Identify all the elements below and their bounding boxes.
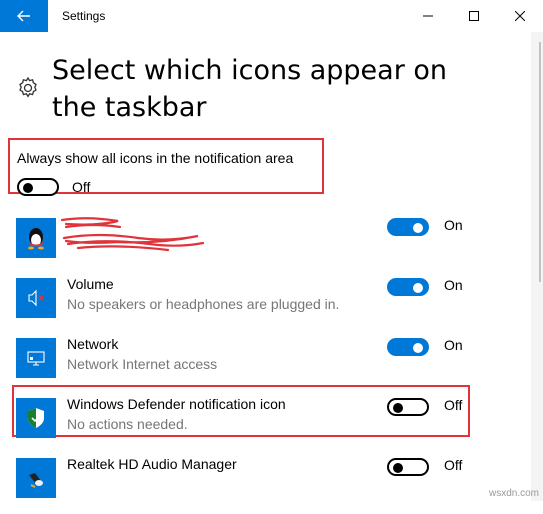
scrollbar[interactable] [531, 32, 543, 501]
qq-penguin-icon [16, 218, 56, 258]
app-description: No actions needed. [67, 416, 188, 432]
gear-icon [19, 76, 37, 98]
minimize-button[interactable] [405, 0, 451, 32]
page-title: Select which icons appear on the taskbar [52, 55, 448, 123]
app-name: Realtek HD Audio Manager [67, 456, 237, 472]
back-arrow-icon [17, 10, 30, 22]
maximize-icon [469, 11, 479, 21]
app-row-realtek: Realtek HD Audio Manager Off [0, 456, 530, 514]
app-state: On [444, 337, 463, 353]
app-row-volume: Volume No speakers or headphones are plu… [0, 276, 530, 334]
app-toggle-qq[interactable] [387, 218, 429, 236]
app-state: On [444, 217, 463, 233]
app-toggle-volume[interactable] [387, 278, 429, 296]
toggle-knob [413, 343, 423, 353]
realtek-speaker-icon [16, 458, 56, 498]
app-state: On [444, 277, 463, 293]
always-show-label: Always show all icons in the notificatio… [17, 150, 294, 166]
toggle-knob [413, 223, 423, 233]
app-name: Network [67, 336, 119, 352]
toggle-knob [23, 183, 33, 193]
toggle-knob [393, 463, 403, 473]
back-button[interactable] [0, 0, 48, 32]
close-button[interactable] [497, 0, 543, 32]
always-show-toggle[interactable] [17, 178, 59, 196]
app-name: Windows Defender notification icon [67, 396, 286, 412]
always-show-state: Off [72, 179, 91, 195]
title-bar: Settings [0, 0, 543, 32]
minimize-icon [423, 15, 433, 17]
app-name: Volume [67, 276, 114, 292]
toggle-knob [413, 283, 423, 293]
scrollbar-thumb[interactable] [539, 42, 541, 282]
close-icon [515, 11, 525, 21]
app-toggle-network[interactable] [387, 338, 429, 356]
app-state: Off [444, 457, 463, 473]
toggle-knob [393, 403, 403, 413]
windows-defender-shield-icon [16, 398, 56, 438]
app-toggle-realtek[interactable] [387, 458, 429, 476]
app-toggle-windows-defender[interactable] [387, 398, 429, 416]
window-title: Settings [62, 9, 106, 23]
maximize-button[interactable] [451, 0, 497, 32]
volume-muted-icon [16, 278, 56, 318]
network-icon [16, 338, 56, 378]
app-description: No speakers or headphones are plugged in… [67, 296, 340, 312]
redaction-scribble [60, 217, 205, 252]
app-row-windows-defender: Windows Defender notification icon No ac… [0, 396, 530, 454]
app-state: Off [444, 397, 463, 413]
app-description: Network Internet access [67, 356, 218, 372]
watermark: wsxdn.com [488, 488, 539, 499]
